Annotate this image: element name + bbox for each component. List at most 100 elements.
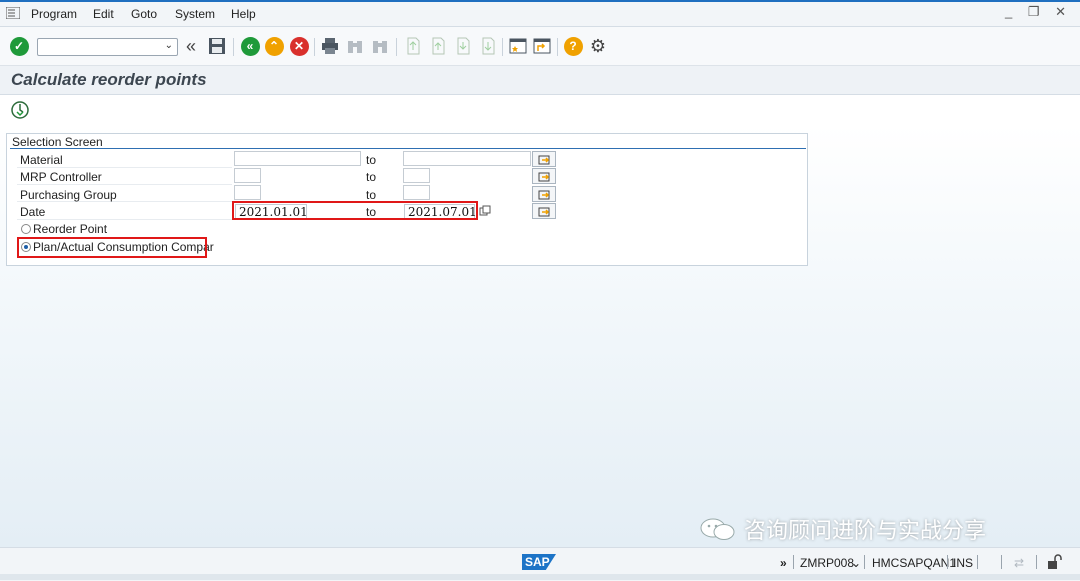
- status-dropdown-icon[interactable]: ⌄: [851, 556, 861, 570]
- exit-icon: ⌃: [264, 36, 284, 56]
- save-icon: [209, 38, 225, 54]
- last-page-icon: [482, 37, 495, 55]
- frame-title-underline: [10, 148, 806, 149]
- selection-frame-title: Selection Screen: [12, 135, 103, 149]
- toolbar-separator: [557, 38, 558, 56]
- sap-logo: SAP: [522, 554, 556, 570]
- toolbar-separator: [502, 38, 503, 56]
- execute-button[interactable]: [10, 100, 30, 120]
- customize-layout-button[interactable]: ⚙: [588, 36, 608, 56]
- last-page-button: [478, 36, 498, 56]
- menu-program[interactable]: Program: [31, 7, 77, 21]
- previous-page-icon: [432, 37, 445, 55]
- radio-highlight-box: [17, 237, 207, 258]
- print-button[interactable]: [320, 36, 340, 56]
- mrp-controller-to-label: to: [366, 170, 377, 184]
- create-session-button[interactable]: [508, 36, 528, 56]
- label-underline: [17, 203, 232, 220]
- binoculars-icon: [348, 41, 362, 53]
- purchasing-group-to-label: to: [366, 188, 377, 202]
- back-icon: «: [240, 36, 260, 56]
- mrp-controller-multiple-selection-button[interactable]: [532, 168, 556, 184]
- collapse-button[interactable]: «: [181, 36, 201, 56]
- unlock-icon[interactable]: [1046, 554, 1062, 570]
- date-value-help-button[interactable]: [479, 205, 491, 217]
- menu-help[interactable]: Help: [231, 7, 256, 21]
- menu-icon[interactable]: [6, 7, 20, 19]
- mrp-controller-label: MRP Controller: [20, 170, 102, 184]
- toolbar-separator: [233, 38, 234, 56]
- reorder-point-label: Reorder Point: [33, 222, 108, 236]
- title-bar: Calculate reorder points: [0, 66, 1080, 95]
- status-mode: INS: [953, 556, 974, 570]
- double-chevron-left-icon: «: [185, 35, 196, 56]
- window-controls[interactable]: _ ❐ ✕: [1005, 4, 1072, 20]
- chevron-down-icon[interactable]: ⌄: [165, 40, 173, 51]
- material-multiple-selection-button[interactable]: [532, 151, 556, 167]
- purchasing-group-from-input[interactable]: [234, 185, 261, 200]
- status-transaction: ZMRP008: [800, 556, 855, 570]
- previous-page-button: [428, 36, 448, 56]
- material-label: Material: [20, 153, 63, 167]
- back-button[interactable]: «: [240, 36, 260, 56]
- standard-toolbar: ✓ ⌄ « « ⌃ ✕ ? ⚙: [0, 27, 1080, 66]
- help-icon: ?: [563, 36, 583, 56]
- wechat-icon: [700, 518, 735, 540]
- value-help-icon: [479, 205, 491, 216]
- next-page-icon: [457, 37, 470, 55]
- help-button[interactable]: ?: [563, 36, 583, 56]
- material-from-input[interactable]: [234, 151, 361, 166]
- status-separator: [1036, 555, 1037, 569]
- first-page-icon: [407, 37, 420, 55]
- status-separator: [977, 555, 978, 569]
- menu-edit[interactable]: Edit: [93, 7, 114, 21]
- status-separator: [793, 555, 794, 569]
- menu-goto[interactable]: Goto: [131, 7, 157, 21]
- printer-icon: [322, 38, 338, 54]
- status-separator: [947, 555, 948, 569]
- shortcut-icon: [533, 38, 551, 54]
- page-title: Calculate reorder points: [11, 70, 207, 89]
- multiple-selection-arrow-icon: [538, 190, 550, 200]
- binoculars-next-icon: [373, 41, 387, 53]
- date-multiple-selection-button[interactable]: [532, 203, 556, 219]
- multiple-selection-arrow-icon: [538, 155, 550, 165]
- find-button: [345, 36, 365, 56]
- material-to-label: to: [366, 153, 377, 167]
- command-field[interactable]: ⌄: [37, 38, 178, 56]
- status-separator: [1001, 555, 1002, 569]
- save-button[interactable]: [207, 36, 227, 56]
- material-to-input[interactable]: [403, 151, 531, 166]
- enter-button[interactable]: ✓: [9, 36, 29, 56]
- find-next-button: [370, 36, 390, 56]
- multiple-selection-arrow-icon: [538, 207, 550, 217]
- exit-button[interactable]: ⌃: [264, 36, 284, 56]
- cancel-icon: ✕: [289, 36, 309, 56]
- reorder-point-radio[interactable]: [21, 224, 31, 234]
- mrp-controller-from-input[interactable]: [234, 168, 261, 183]
- multiple-selection-arrow-icon: [538, 172, 550, 182]
- check-icon: ✓: [9, 36, 29, 56]
- cancel-button[interactable]: ✕: [289, 36, 309, 56]
- gear-icon: ⚙: [589, 35, 607, 56]
- toolbar-separator: [396, 38, 397, 56]
- toolbar-separator: [314, 38, 315, 56]
- transfer-icon: ⇄: [1014, 556, 1025, 570]
- first-page-button: [403, 36, 423, 56]
- new-session-icon: [509, 38, 527, 54]
- status-separator: [864, 555, 865, 569]
- menu-system[interactable]: System: [175, 7, 215, 21]
- status-expand-chevrons[interactable]: »: [780, 556, 787, 570]
- status-system: HMCSAPQAN1: [872, 556, 957, 570]
- date-highlight-box: [232, 201, 478, 220]
- mrp-controller-to-input[interactable]: [403, 168, 430, 183]
- application-toolbar: [0, 95, 1080, 125]
- purchasing-group-to-input[interactable]: [403, 185, 430, 200]
- execute-clock-icon: [11, 101, 29, 119]
- next-page-button: [453, 36, 473, 56]
- watermark-text: 咨询顾问进阶与实战分享: [744, 518, 987, 543]
- purchasing-group-multiple-selection-button[interactable]: [532, 186, 556, 202]
- menu-bar: Program Edit Goto System Help _ ❐ ✕: [0, 2, 1080, 27]
- generate-shortcut-button[interactable]: [532, 36, 552, 56]
- purchasing-group-label: Purchasing Group: [20, 188, 117, 202]
